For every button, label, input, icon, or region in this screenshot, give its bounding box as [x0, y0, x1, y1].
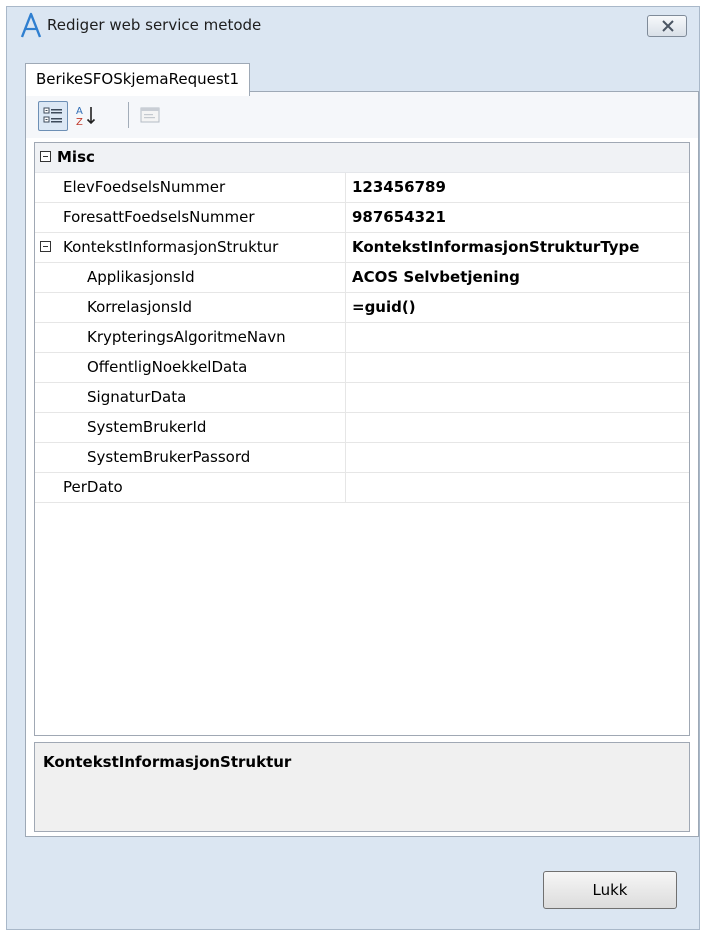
close-icon: [662, 20, 674, 32]
property-value[interactable]: [345, 323, 689, 352]
property-row-korrelasjons-id[interactable]: KorrelasjonsId =guid(): [35, 293, 689, 323]
tab-strip: BerikeSFOSkjemaRequest1: [25, 51, 699, 96]
property-value[interactable]: [345, 443, 689, 472]
property-row-offentlig-noekkel-data[interactable]: OffentligNoekkelData: [35, 353, 689, 383]
acos-logo-icon: [19, 11, 43, 39]
close-dialog-button[interactable]: Lukk: [543, 871, 677, 909]
tab-panel: A Z Misc ElevFoedselsNummer 123456789 Fo…: [25, 91, 699, 837]
categorized-button[interactable]: [38, 101, 68, 131]
property-row-signatur-data[interactable]: SignaturData: [35, 383, 689, 413]
categorized-icon: [43, 107, 62, 123]
svg-text:Z: Z: [76, 117, 83, 128]
property-name: KorrelasjonsId: [87, 298, 193, 316]
property-grid: Misc ElevFoedselsNummer 123456789 Foresa…: [34, 142, 690, 736]
property-row-system-bruker-passord[interactable]: SystemBrukerPassord: [35, 443, 689, 473]
property-row-foresatt-foedsels-nummer[interactable]: ForesattFoedselsNummer 987654321: [35, 203, 689, 233]
description-pane: KontekstInformasjonStruktur: [34, 742, 690, 832]
property-name: KontekstInformasjonStruktur: [63, 238, 279, 256]
property-value[interactable]: 987654321: [345, 203, 689, 232]
property-value[interactable]: [345, 473, 689, 502]
alphabetical-sort-icon: A Z: [76, 106, 96, 128]
property-pages-button[interactable]: [136, 101, 166, 131]
toolbar-separator: [128, 102, 129, 128]
tab-berike-sfo-skjema-request[interactable]: BerikeSFOSkjemaRequest1: [25, 63, 251, 96]
description-title: KontekstInformasjonStruktur: [43, 753, 292, 771]
property-name: SystemBrukerPassord: [87, 448, 251, 466]
property-name: ElevFoedselsNummer: [63, 178, 226, 196]
property-name: ForesattFoedselsNummer: [63, 208, 255, 226]
property-value[interactable]: 123456789: [345, 173, 689, 202]
property-value[interactable]: KontekstInformasjonStrukturType: [345, 233, 689, 262]
collapse-icon[interactable]: [40, 241, 51, 252]
dialog-window: Rediger web service metode BerikeSFOSkje…: [6, 6, 700, 930]
property-grid-toolbar: A Z: [26, 92, 698, 138]
property-pages-icon: [140, 107, 160, 123]
property-name: KrypteringsAlgoritmeNavn: [87, 328, 286, 346]
property-row-per-dato[interactable]: PerDato: [35, 473, 689, 503]
property-name: SignaturData: [87, 388, 187, 406]
property-row-krypterings-algoritme-navn[interactable]: KrypteringsAlgoritmeNavn: [35, 323, 689, 353]
title-bar[interactable]: Rediger web service metode: [7, 7, 699, 43]
property-value[interactable]: [345, 413, 689, 442]
property-value[interactable]: [345, 383, 689, 412]
property-name: OffentligNoekkelData: [87, 358, 248, 376]
category-row-misc[interactable]: Misc: [35, 143, 689, 173]
alphabetical-sort-button[interactable]: A Z: [72, 101, 102, 131]
property-row-elev-foedsels-nummer[interactable]: ElevFoedselsNummer 123456789: [35, 173, 689, 203]
property-row-system-bruker-id[interactable]: SystemBrukerId: [35, 413, 689, 443]
property-name: SystemBrukerId: [87, 418, 207, 436]
property-value[interactable]: ACOS Selvbetjening: [345, 263, 689, 292]
property-name: PerDato: [63, 478, 123, 496]
property-value[interactable]: [345, 353, 689, 382]
svg-text:A: A: [76, 106, 83, 117]
property-value[interactable]: =guid(): [345, 293, 689, 322]
category-label: Misc: [57, 148, 95, 166]
property-name: ApplikasjonsId: [87, 268, 195, 286]
close-button[interactable]: [647, 15, 687, 37]
window-title: Rediger web service metode: [47, 16, 262, 34]
property-row-kontekst-informasjon-struktur[interactable]: KontekstInformasjonStruktur KontekstInfo…: [35, 233, 689, 263]
collapse-icon[interactable]: [40, 151, 51, 162]
property-row-applikasjons-id[interactable]: ApplikasjonsId ACOS Selvbetjening: [35, 263, 689, 293]
